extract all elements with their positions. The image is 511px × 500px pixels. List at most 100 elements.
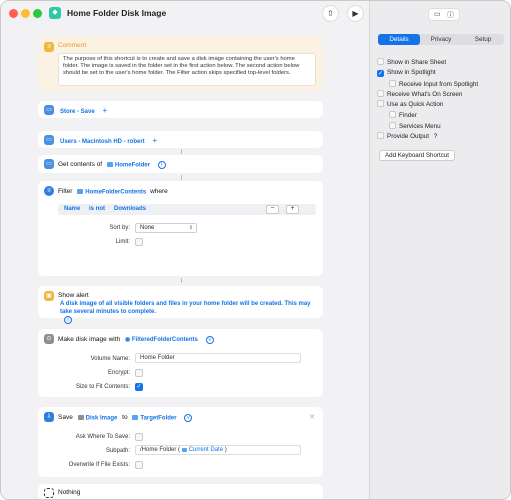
provide-output-checkbox[interactable] [377, 132, 384, 139]
disk-image-variable[interactable]: Disk Image [77, 414, 118, 421]
target-folder-variable[interactable]: TargetFolder [132, 414, 177, 421]
show-alert-action[interactable]: ▣ Show alert A disk image of all visible… [38, 286, 323, 324]
comment-icon: ≡ [44, 42, 54, 52]
chevron-down-icon[interactable]: v [184, 414, 193, 422]
help-icon[interactable]: ? [434, 133, 438, 140]
comment-action[interactable]: ≡ Comment The purpose of this shortcut i… [38, 36, 323, 91]
sidebar-toggle-group: ▭ ⓘ [428, 8, 460, 21]
get-contents-action[interactable]: ▭ Get contents of HomeFolder i [38, 155, 323, 173]
provide-output-label: Provide Output [387, 133, 430, 140]
add-folder-icon[interactable]: + [103, 106, 108, 115]
add-condition-button[interactable]: + [286, 205, 299, 214]
window-title: Home Folder Disk Image [67, 8, 167, 18]
size-to-fit-checkbox[interactable]: ✓ [135, 383, 143, 391]
home-folder-variable-label: HomeFolder [114, 162, 150, 168]
shortcuts-window: ◆ Home Folder Disk Image ⇧ ▶ ≡ Comment T… [0, 0, 511, 500]
folder-icon: ▭ [44, 105, 54, 115]
condition-field[interactable]: Name [64, 206, 80, 212]
option-services-menu[interactable]: Services Menu [389, 122, 441, 130]
filter-label: Filter [58, 188, 73, 195]
nothing-label: Nothing [58, 489, 81, 496]
share-sheet-checkbox[interactable] [377, 58, 384, 65]
services-menu-checkbox[interactable] [389, 122, 396, 129]
spotlight-checkbox[interactable]: ✓ [377, 70, 384, 77]
run-button[interactable]: ▶ [347, 5, 364, 22]
tab-privacy[interactable]: Privacy [420, 34, 462, 45]
filtered-contents-variable[interactable]: ◉ FilteredFolderContents [125, 336, 198, 343]
spotlight-input-checkbox[interactable] [389, 80, 396, 87]
home-folder-contents-variable[interactable]: HomeFolderContents [77, 188, 147, 195]
volume-name-label: Volume Name: [90, 356, 130, 362]
close-icon[interactable]: ✕ [309, 413, 315, 421]
close-window-button[interactable] [9, 9, 18, 18]
home-folder-contents-variable-label: HomeFolderContents [85, 189, 147, 195]
sort-by-select[interactable]: None ⇕ [135, 223, 197, 233]
limit-checkbox[interactable] [135, 238, 143, 246]
filter-icon: ≡ [44, 186, 54, 196]
subpath-text: /Home Folder ( [140, 447, 181, 453]
share-button[interactable]: ⇧ [322, 5, 339, 22]
volume-name-field[interactable]: Home Folder [135, 353, 301, 363]
store-folder-token[interactable]: Store - Save [58, 109, 97, 115]
option-share-sheet[interactable]: Show in Share Sheet [377, 58, 446, 66]
make-disk-image-label: Make disk image with [58, 336, 121, 343]
shortcut-app-icon: ◆ [49, 7, 61, 19]
add-keyboard-shortcut-button[interactable]: Add Keyboard Shortcut [379, 150, 455, 161]
make-disk-image-action[interactable]: ⊙ Make disk image with ◉ FilteredFolderC… [38, 329, 323, 397]
disk-image-variable-label: Disk Image [85, 415, 118, 421]
remove-condition-button[interactable]: − [266, 205, 279, 214]
variable-icon [106, 161, 113, 167]
subpath-field[interactable]: /Home Folder ( Current Date ) [135, 445, 301, 455]
home-folder-token[interactable]: Users - Macintosh HD - robert [58, 139, 147, 145]
filter-where-label: where [150, 188, 168, 195]
details-sidebar: ▭ ⓘ Details Privacy Setup Show in Share … [369, 1, 510, 499]
info-icon[interactable]: i [157, 161, 166, 169]
spotlight-label: Show in Spotlight [387, 69, 436, 76]
condition-value[interactable]: Downloads [114, 206, 146, 212]
sort-by-value: None [140, 225, 155, 231]
spotlight-input-label: Receive Input from Spotlight [399, 81, 479, 88]
finder-checkbox[interactable] [389, 111, 396, 118]
current-date-variable[interactable]: Current Date [181, 447, 223, 454]
comment-title: Comment [58, 42, 87, 49]
quick-action-checkbox[interactable] [377, 100, 384, 107]
connector [181, 175, 182, 180]
overwrite-label: Overwrite If File Exists: [68, 462, 130, 468]
comment-text[interactable]: The purpose of this shortcut is to creat… [58, 53, 316, 86]
info-icon[interactable]: ⓘ [447, 10, 454, 20]
option-on-screen[interactable]: Receive What's On Screen [377, 90, 462, 98]
save-action[interactable]: ⇩ Save Disk Image to TargetFolder v ✕ As… [38, 407, 323, 477]
store-folder-action[interactable]: ▭ Store - Save + [38, 101, 323, 118]
option-spotlight[interactable]: ✓ Show in Spotlight [377, 69, 436, 77]
target-folder-variable-label: TargetFolder [140, 415, 177, 421]
variable-icon [77, 188, 84, 194]
filter-action[interactable]: ≡ Filter HomeFolderContents where Name i… [38, 181, 323, 276]
chevron-down-icon[interactable]: v [205, 336, 214, 344]
overwrite-checkbox[interactable] [135, 461, 143, 469]
home-folder-action[interactable]: ▭ Users - Macintosh HD - robert + [38, 131, 323, 148]
zoom-window-button[interactable] [33, 9, 42, 18]
nothing-action[interactable]: Nothing [38, 484, 323, 499]
option-provide-output[interactable]: Provide Output ? [377, 132, 437, 140]
ask-where-label: Ask Where To Save: [75, 434, 130, 440]
encrypt-checkbox[interactable] [135, 369, 143, 377]
on-screen-checkbox[interactable] [377, 90, 384, 97]
home-folder-variable[interactable]: HomeFolder [106, 161, 150, 168]
option-finder[interactable]: Finder [389, 111, 417, 119]
minimize-window-button[interactable] [21, 9, 30, 18]
condition-operator[interactable]: is not [89, 206, 105, 212]
option-spotlight-input[interactable]: Receive Input from Spotlight [389, 80, 478, 88]
subpath-end: ) [224, 447, 227, 453]
option-quick-action[interactable]: Use as Quick Action [377, 100, 443, 108]
get-contents-label: Get contents of [58, 161, 103, 168]
share-icon: ⇧ [327, 9, 334, 18]
tab-details[interactable]: Details [378, 34, 420, 45]
variable-icon [132, 414, 139, 420]
add-folder-icon[interactable]: + [153, 136, 158, 145]
calendar-icon [181, 447, 187, 452]
info-icon[interactable]: i [64, 316, 72, 324]
ask-where-checkbox[interactable] [135, 433, 143, 441]
library-icon[interactable]: ▭ [434, 10, 441, 18]
alert-message[interactable]: A disk image of all visible folders and … [58, 300, 318, 316]
tab-setup[interactable]: Setup [462, 34, 504, 45]
